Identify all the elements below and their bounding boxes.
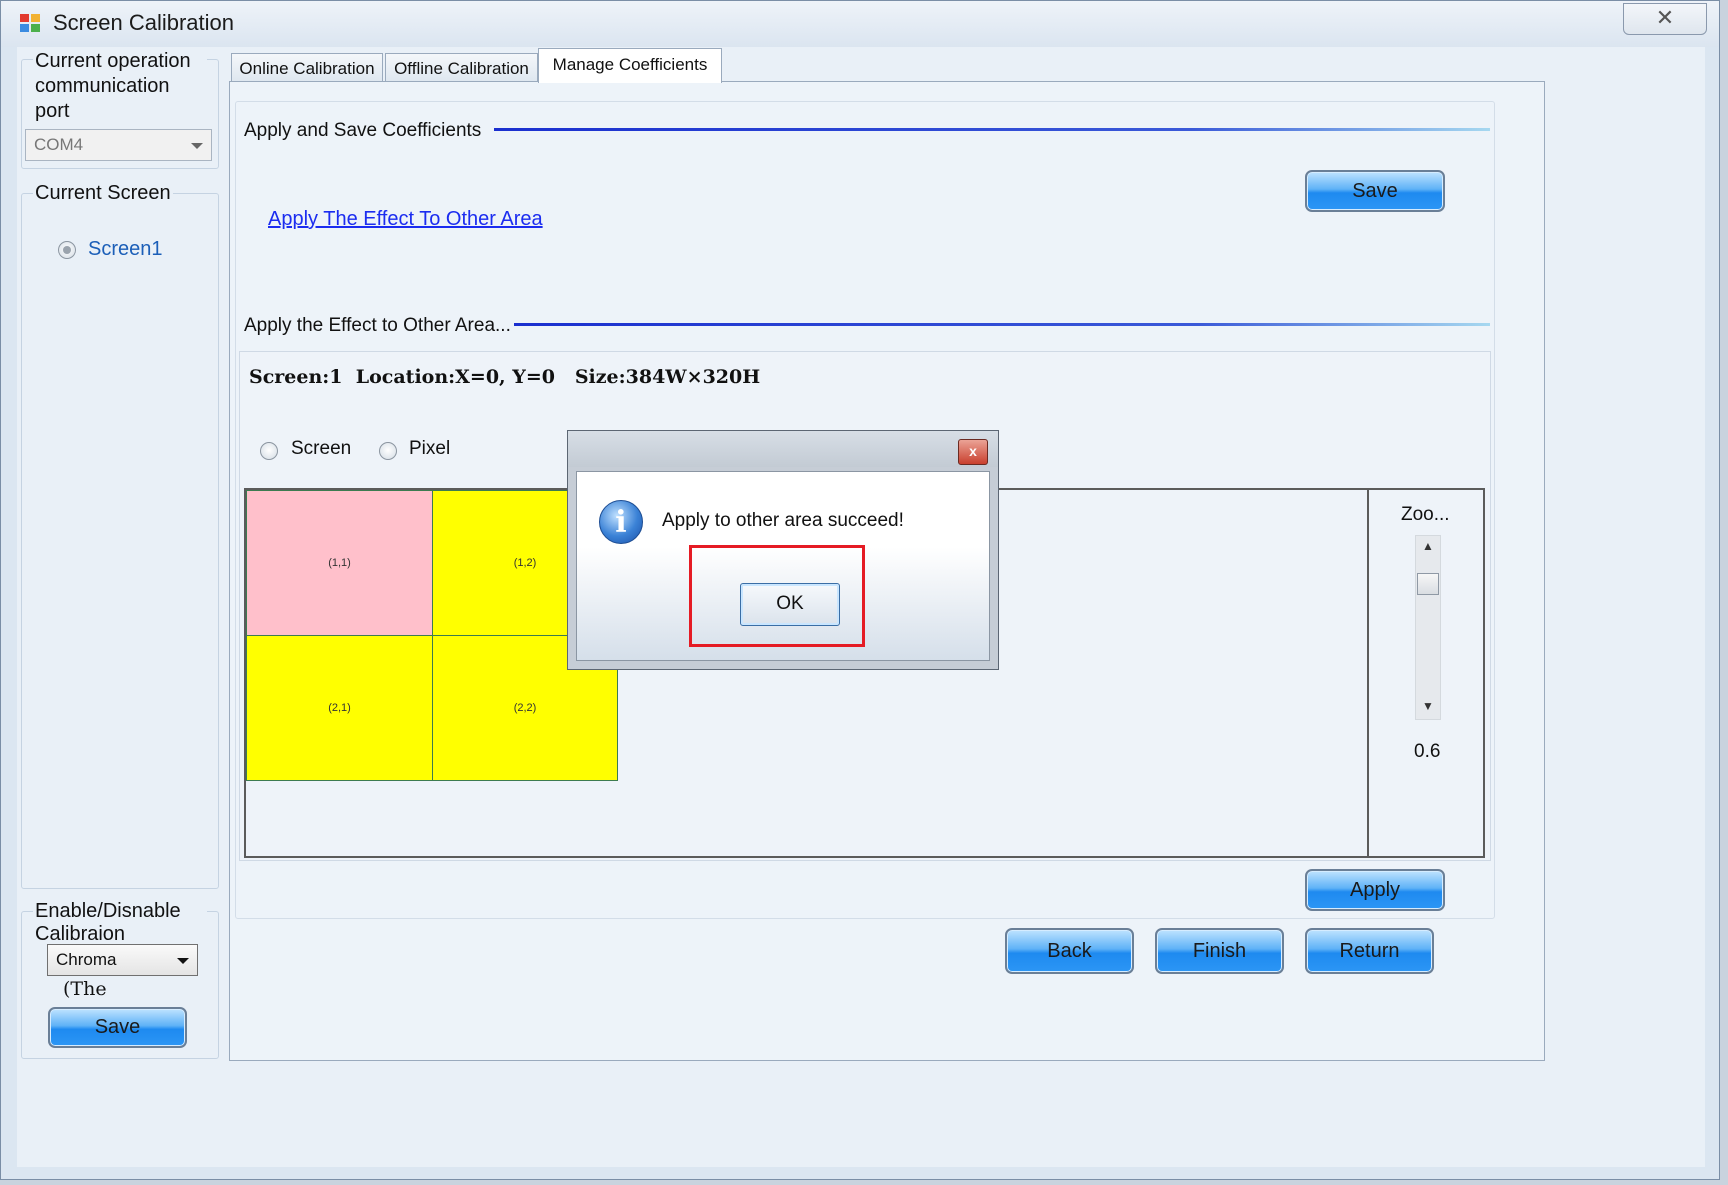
apply-effect-link[interactable]: Apply The Effect To Other Area <box>268 208 543 231</box>
mode-pixel-radio[interactable] <box>379 442 397 460</box>
screen1-label[interactable]: Screen1 <box>88 238 163 261</box>
tab-offline-calibration[interactable]: Offline Calibration <box>385 53 538 83</box>
mode-screen-radio[interactable] <box>260 442 278 460</box>
zoom-slider-thumb[interactable] <box>1417 573 1439 595</box>
back-button[interactable]: Back <box>1005 928 1134 974</box>
window-close-button[interactable]: ✕ <box>1623 3 1707 35</box>
save-coefficients-button[interactable]: Save <box>1305 170 1445 212</box>
grid-cell-label: (2,2) <box>513 702 537 714</box>
zoom-label: Zoo... <box>1401 504 1450 525</box>
chevron-down-icon <box>177 958 189 964</box>
calibration-mode-select[interactable]: Chroma <box>47 944 198 976</box>
grid-cell[interactable]: (1,1) <box>246 490 433 636</box>
comm-port-value: COM4 <box>34 135 84 154</box>
grid-cell-label: (2,1) <box>328 702 351 714</box>
scroll-up-icon[interactable]: ▲ <box>1422 539 1434 553</box>
window-title: Screen Calibration <box>53 10 234 35</box>
current-screen-title: Current Screen <box>33 181 173 206</box>
dialog-close-button[interactable]: x <box>958 439 988 465</box>
chevron-down-icon <box>191 143 203 149</box>
calibration-mode-value: Chroma <box>56 950 117 969</box>
tab-manage-coefficients[interactable]: Manage Coefficients <box>538 48 722 83</box>
zoom-value: 0.6 <box>1414 741 1441 762</box>
apply-effect-title: Apply the Effect to Other Area... <box>244 315 511 336</box>
calibration-note: (The <box>63 978 107 1000</box>
return-button[interactable]: Return <box>1305 928 1434 974</box>
left-save-button[interactable]: Save <box>48 1007 187 1048</box>
grid-cell[interactable]: (2,1) <box>246 635 433 781</box>
section-divider <box>514 323 1490 326</box>
screen-info-text: Screen:1 Location:X=0, Y=0 Size:384W×320… <box>249 366 761 388</box>
info-icon: i <box>599 500 643 544</box>
close-icon: ✕ <box>1655 5 1675 30</box>
grid-cell-label: (1,1) <box>328 557 351 569</box>
close-icon: x <box>969 443 977 459</box>
zoom-slider[interactable] <box>1415 535 1441 720</box>
mode-screen-label[interactable]: Screen <box>291 438 351 460</box>
apply-save-title: Apply and Save Coefficients <box>244 120 482 141</box>
dialog-title-bar: x <box>568 431 998 467</box>
calibration-title: Enable/Disnable Calibraion <box>33 900 207 946</box>
comm-port-select[interactable]: COM4 <box>25 129 212 161</box>
section-divider <box>494 128 1490 131</box>
apply-button[interactable]: Apply <box>1305 869 1445 911</box>
grid-cell-label: (1,2) <box>513 557 537 569</box>
scroll-down-icon[interactable]: ▼ <box>1422 699 1434 713</box>
screen1-radio[interactable] <box>58 241 76 259</box>
tab-online-calibration[interactable]: Online Calibration <box>231 53 383 83</box>
highlight-annotation <box>689 545 865 647</box>
title-bar: Screen Calibration ✕ <box>1 1 1719 47</box>
app-icon <box>20 14 40 32</box>
mode-pixel-label[interactable]: Pixel <box>409 438 450 460</box>
comm-port-title: Current operation communication port <box>33 49 207 124</box>
current-screen-group <box>21 193 219 889</box>
finish-button[interactable]: Finish <box>1155 928 1284 974</box>
dialog-message: Apply to other area succeed! <box>662 510 904 531</box>
